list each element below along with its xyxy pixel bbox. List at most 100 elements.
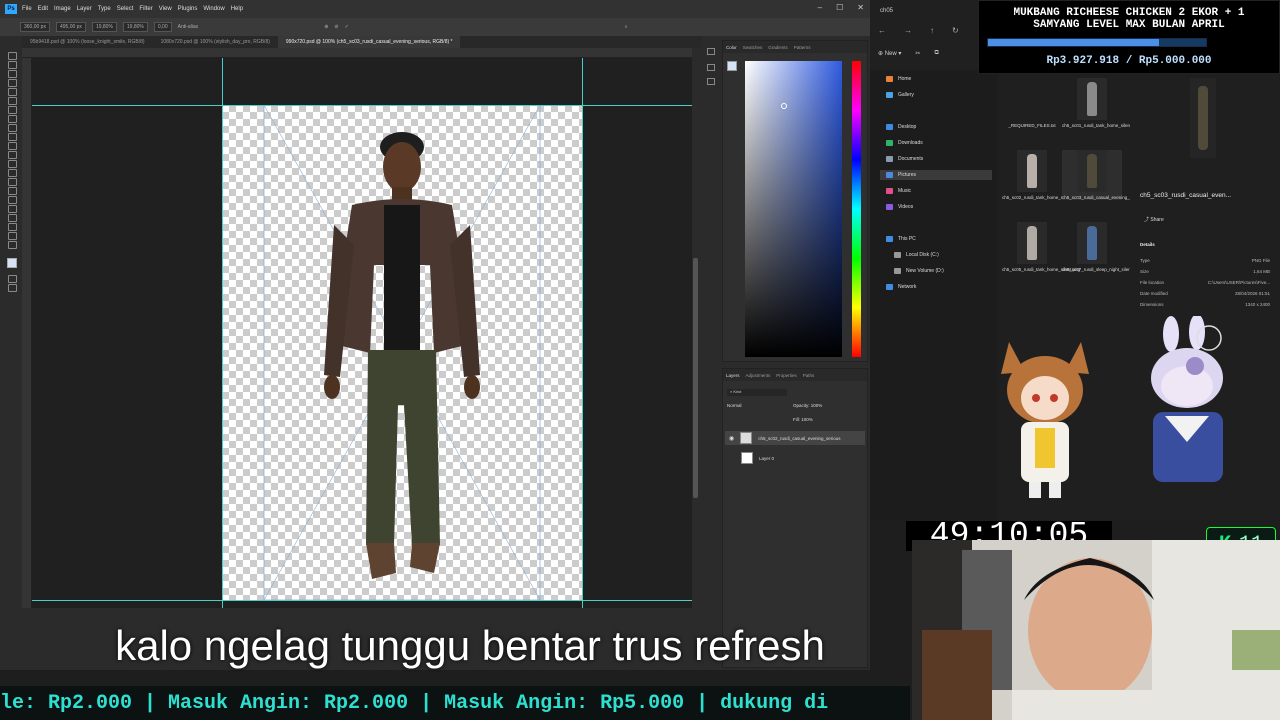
new-button[interactable]: ⊕ New ▾ (878, 50, 901, 57)
nav-videos[interactable]: Videos (886, 204, 913, 210)
file-item[interactable]: ch5_sc05_rusdi_tank_home_silent.png (1002, 222, 1080, 272)
height-field[interactable]: 19,80% (122, 22, 148, 32)
tab-color[interactable]: Color (726, 45, 737, 50)
interp-select[interactable]: Anti-alias (178, 24, 199, 30)
menu-select[interactable]: Select (117, 6, 134, 12)
menu-filter[interactable]: Filter (139, 6, 152, 12)
file-item[interactable]: ch5_sc07_rusdi_sleep_night_silent.png (1062, 222, 1141, 272)
more-tools-icon[interactable] (7, 241, 17, 249)
tab-paths[interactable]: Paths (803, 373, 815, 378)
eyedropper-tool-icon[interactable] (7, 106, 17, 114)
guide-line-right[interactable] (582, 58, 583, 608)
color-swatch[interactable] (727, 61, 737, 71)
screen-mode-icon[interactable] (7, 284, 17, 292)
color-picker-field[interactable] (745, 61, 842, 357)
commit-transform-icon[interactable]: ✓ (345, 24, 349, 30)
up-icon[interactable]: ↑ (930, 26, 934, 35)
frame-tool-icon[interactable] (7, 97, 17, 105)
tab-gradients[interactable]: Gradients (768, 45, 788, 50)
quick-select-tool-icon[interactable] (7, 79, 17, 87)
history-brush-icon[interactable] (7, 142, 17, 150)
nav-local-disk[interactable]: Local Disk (C:) (894, 252, 939, 258)
layer-row[interactable]: ◉ ch5_sc02_rusdi_casual_evening_serious (725, 431, 865, 445)
close-icon[interactable]: ✕ (857, 3, 864, 12)
brush-tool-icon[interactable] (7, 124, 17, 132)
blur-tool-icon[interactable] (7, 169, 17, 177)
forward-icon[interactable]: → (904, 26, 912, 35)
guide-line-bottom[interactable] (32, 600, 692, 601)
move-tool-icon[interactable] (7, 52, 17, 60)
picker-cursor[interactable] (781, 103, 787, 109)
fill-field[interactable]: Fill: 100% (793, 417, 813, 422)
gradient-tool-icon[interactable] (7, 160, 17, 168)
nav-network[interactable]: Network (886, 284, 916, 290)
pen-tool-icon[interactable] (7, 187, 17, 195)
x-field[interactable]: 360,00 px (20, 22, 50, 32)
nav-desktop[interactable]: Desktop (886, 124, 916, 130)
properties-icon[interactable] (707, 64, 715, 71)
menu-plugins[interactable]: Plugins (178, 6, 198, 12)
maximize-icon[interactable]: ☐ (836, 3, 843, 12)
menu-layer[interactable]: Layer (77, 6, 92, 12)
tab-layers[interactable]: Layers (726, 373, 740, 378)
nav-this-pc[interactable]: This PC (886, 236, 916, 242)
hand-tool-icon[interactable] (7, 223, 17, 231)
quick-mask-icon[interactable] (7, 275, 17, 283)
tab-adjustments[interactable]: Adjustments (746, 373, 771, 378)
nav-new-volume[interactable]: New Volume (D:) (894, 268, 944, 274)
menu-help[interactable]: Help (231, 6, 243, 12)
stamp-tool-icon[interactable] (7, 133, 17, 141)
width-field[interactable]: 19,80% (91, 22, 117, 32)
menu-view[interactable]: View (159, 6, 172, 12)
file-item[interactable]: _REQUIRED_FILES.txt (1002, 78, 1237, 167)
search-icon[interactable]: ⌕ (625, 24, 628, 30)
dodge-tool-icon[interactable] (7, 178, 17, 186)
nav-downloads[interactable]: Downloads (886, 140, 923, 146)
history-icon[interactable] (707, 48, 715, 55)
layer-row[interactable]: Layer 0 (725, 451, 865, 465)
blend-mode-select[interactable]: Normal (727, 403, 742, 408)
crop-tool-icon[interactable] (7, 88, 17, 96)
rectangle-tool-icon[interactable] (7, 214, 17, 222)
nav-home[interactable]: Home (886, 76, 911, 82)
canvas-scrollbar[interactable] (692, 58, 700, 608)
menu-file[interactable]: File (22, 6, 32, 12)
share-button[interactable]: ⤴ Share (1144, 216, 1164, 223)
y-field[interactable]: 495,00 px (55, 22, 86, 32)
warp-icon[interactable]: ⊕ (324, 24, 328, 30)
canvas-area[interactable] (32, 58, 692, 608)
tab-doc-2[interactable]: 1080x720.psd @ 100% (stylish_day_pro, RG… (153, 36, 278, 48)
hue-slider[interactable] (852, 61, 861, 357)
minimize-icon[interactable]: – (818, 3, 822, 12)
menu-type[interactable]: Type (98, 6, 111, 12)
menu-image[interactable]: Image (54, 6, 71, 12)
foreground-color-swatch[interactable] (7, 258, 17, 268)
angle-field[interactable]: 0,00 (153, 22, 172, 32)
visibility-eye-icon[interactable]: ◉ (729, 435, 734, 442)
layer-filter[interactable]: ⌕ Kind (727, 389, 787, 396)
eraser-tool-icon[interactable] (7, 151, 17, 159)
lasso-tool-icon[interactable] (7, 70, 17, 78)
cancel-transform-icon[interactable]: ⊘ (334, 24, 338, 30)
document-canvas[interactable] (222, 105, 582, 600)
scrollbar-thumb[interactable] (693, 258, 698, 498)
file-item-selected[interactable]: ch5_sc03_rusdi_casual_evening_serious.pn… (1062, 150, 1153, 200)
marquee-tool-icon[interactable] (7, 61, 17, 69)
file-item[interactable]: ch5_sc02_rusdi_tank_home_serious.png (1002, 150, 1084, 200)
cut-icon[interactable]: ✂ (915, 50, 920, 57)
zoom-tool-icon[interactable] (7, 232, 17, 240)
tab-patterns[interactable]: Patterns (794, 45, 811, 50)
tab-properties[interactable]: Properties (776, 373, 797, 378)
refresh-icon[interactable]: ↻ (952, 26, 959, 35)
healing-tool-icon[interactable] (7, 115, 17, 123)
copy-icon[interactable]: ⧉ (934, 50, 938, 57)
opacity-field[interactable]: Opacity: 100% (793, 403, 822, 408)
tab-swatches[interactable]: Swatches (743, 45, 763, 50)
nav-gallery[interactable]: Gallery (886, 92, 914, 98)
tab-doc-3[interactable]: 990x720.psd @ 100% (ch5_sc03_rusdi_casua… (277, 36, 461, 48)
menu-edit[interactable]: Edit (38, 6, 48, 12)
guide-line-top[interactable] (32, 105, 692, 106)
type-tool-icon[interactable] (7, 196, 17, 204)
menu-window[interactable]: Window (203, 6, 224, 12)
nav-pictures[interactable]: Pictures (880, 170, 992, 180)
